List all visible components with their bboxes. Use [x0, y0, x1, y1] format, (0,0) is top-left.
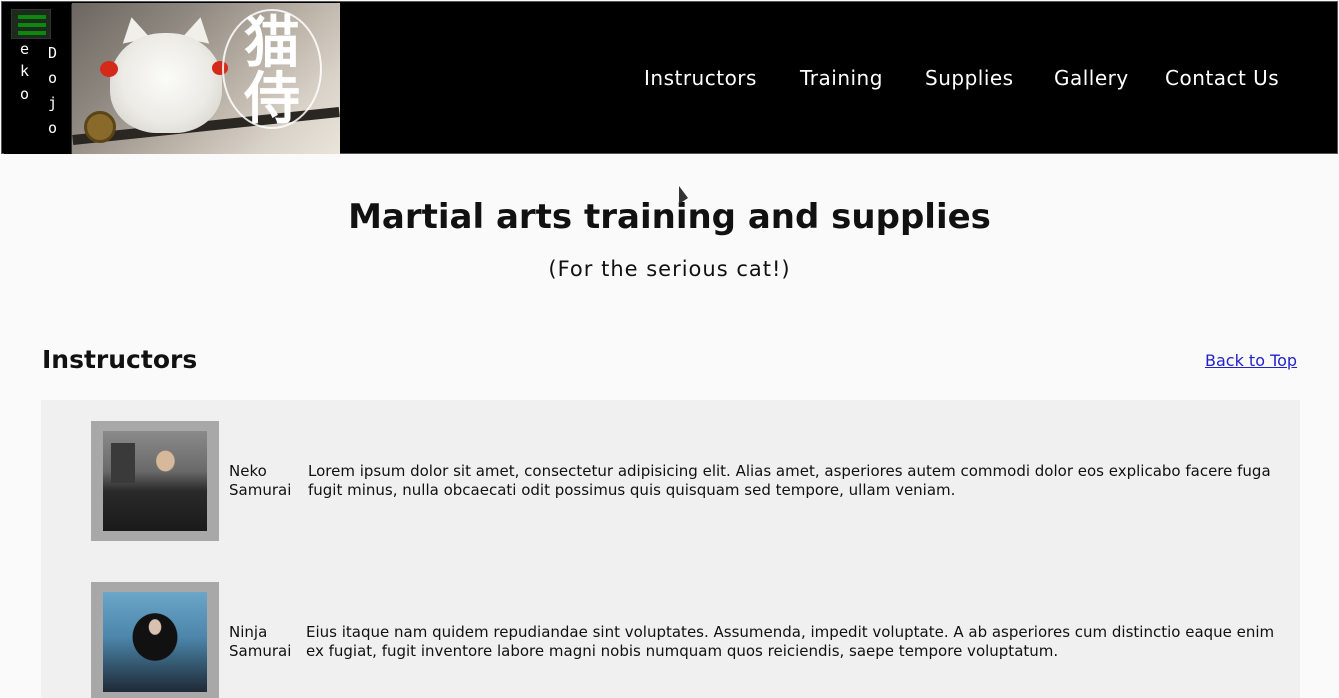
red-bow-graphic: [100, 61, 118, 77]
instructor-photo-frame: [91, 421, 219, 541]
banner-image: 猫侍: [72, 3, 340, 154]
nav-link-training[interactable]: Training: [800, 66, 883, 90]
instructor-name: Ninja Samurai: [229, 623, 292, 660]
nav-link-gallery[interactable]: Gallery: [1054, 66, 1129, 90]
brand-vertical-logo[interactable]: N e k o D o j o: [4, 4, 72, 154]
mouse-cursor-icon: [679, 186, 688, 204]
instructors-panel: Neko Samurai Lorem ipsum dolor sit amet,…: [41, 400, 1300, 698]
instructor-card: Neko Samurai Lorem ipsum dolor sit amet,…: [91, 421, 1291, 541]
instructor-photo: [103, 431, 207, 531]
hamburger-menu-button[interactable]: [11, 9, 51, 39]
nav-link-instructors[interactable]: Instructors: [644, 66, 757, 90]
hamburger-icon-bar: [18, 23, 46, 27]
white-cat-graphic: [110, 33, 222, 133]
nav-link-supplies[interactable]: Supplies: [925, 66, 1014, 90]
instructor-name: Neko Samurai: [229, 462, 292, 499]
site-header: N e k o D o j o 猫侍 Instructors Training …: [1, 1, 1338, 154]
hamburger-icon-bar: [18, 31, 46, 35]
hamburger-icon: [18, 15, 46, 19]
instructor-bio: Lorem ipsum dolor sit amet, consectetur …: [308, 462, 1271, 499]
brand-letter: e: [20, 40, 30, 58]
page-title: Martial arts training and supplies: [348, 197, 991, 237]
brand-letter: j: [48, 94, 58, 112]
brand-letter: o: [20, 85, 30, 103]
instructor-photo: [103, 592, 207, 692]
brand-letter: k: [20, 62, 30, 80]
instructor-photo-frame: [91, 582, 219, 698]
sword-guard-graphic: [84, 111, 116, 143]
brand-letter: o: [48, 69, 58, 87]
instructor-card: Ninja Samurai Eius itaque nam quidem rep…: [91, 582, 1291, 698]
brand-letter: o: [48, 119, 58, 137]
instructors-heading: Instructors: [42, 345, 198, 374]
page-subtitle: (For the serious cat!): [548, 257, 791, 281]
back-to-top-link[interactable]: Back to Top: [1205, 351, 1297, 370]
instructor-bio: Eius itaque nam quidem repudiandae sint …: [306, 623, 1275, 660]
nav-link-contact-us[interactable]: Contact Us: [1165, 66, 1279, 90]
calligraphy-logo: 猫侍: [222, 9, 322, 129]
brand-letter: D: [48, 44, 58, 62]
